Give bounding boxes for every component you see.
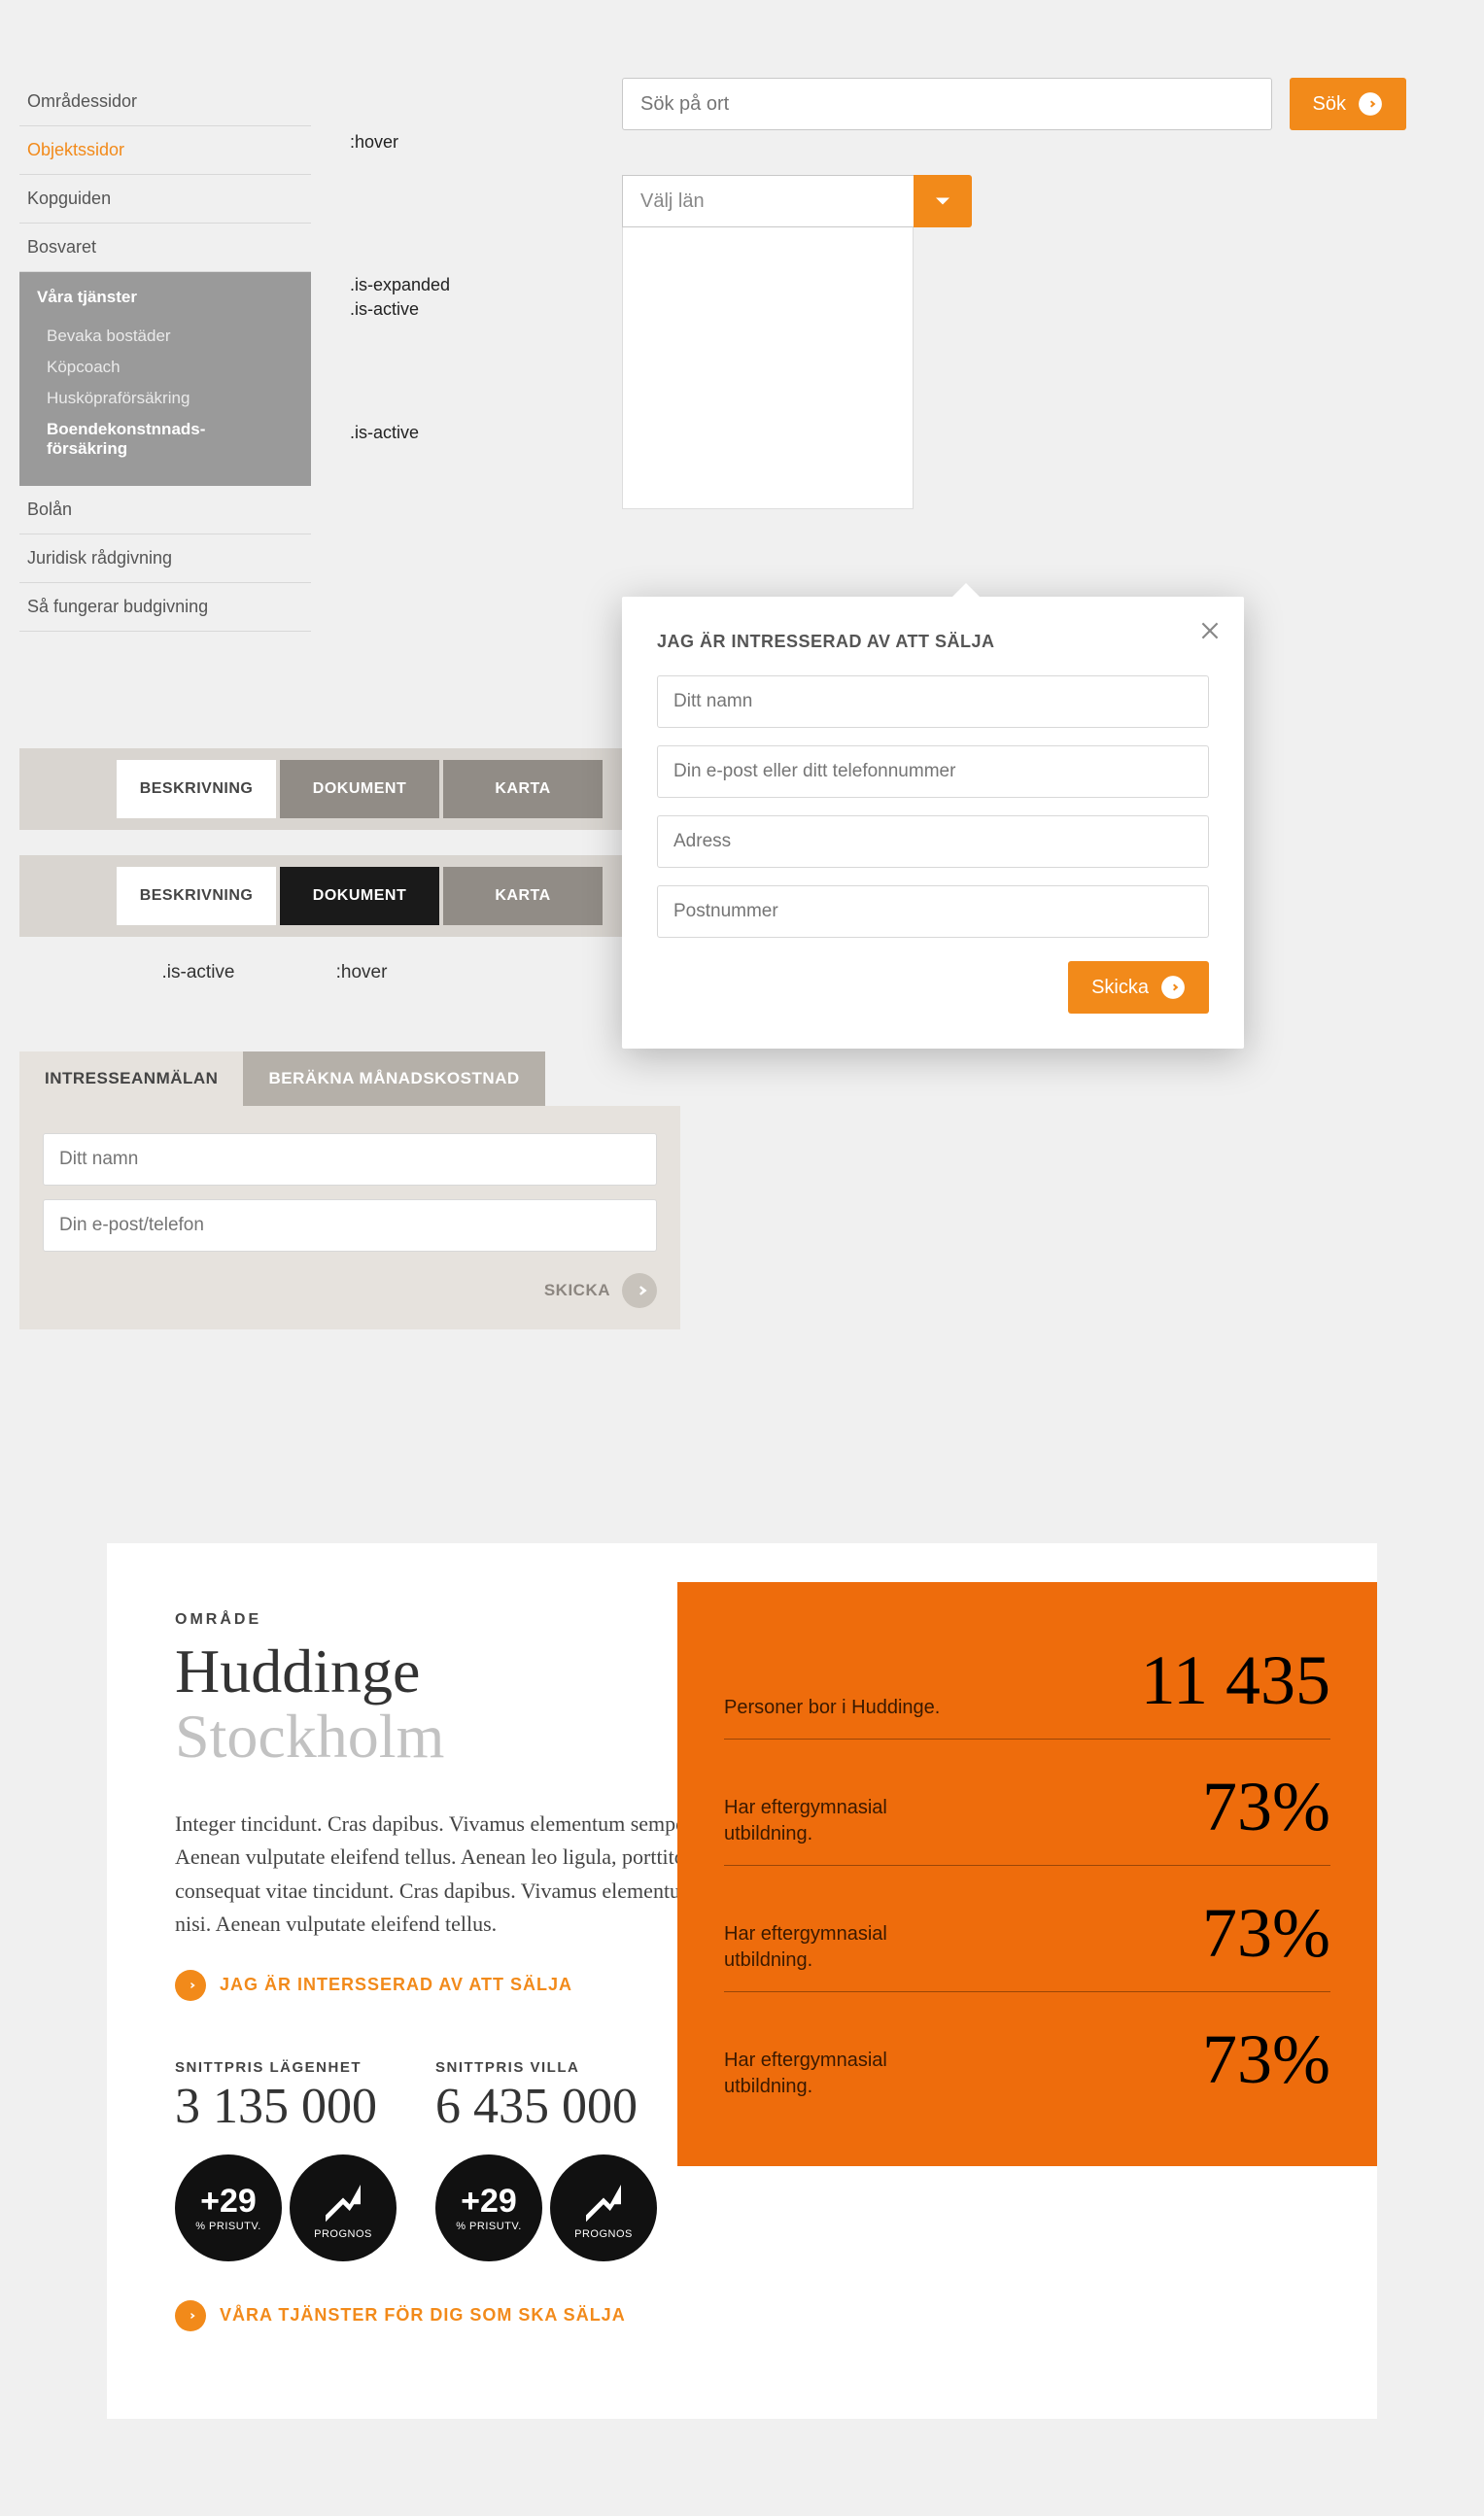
stat-value: 73% (1202, 1893, 1330, 1974)
state-annot-expanded: .is-expanded (350, 275, 450, 295)
sidebar-group-title: Våra tjänster (37, 288, 293, 307)
prognosis-badge: PROGNOS (550, 2154, 657, 2261)
sidebar-sub-coach[interactable]: Köpcoach (37, 352, 293, 383)
sidebar-nav: Områdessidor Objektssidor Kopguiden Bosv… (19, 78, 311, 632)
popover-name-field[interactable] (657, 675, 1209, 728)
county-dropdown-panel[interactable] (622, 227, 914, 509)
stat-value: 11 435 (1141, 1640, 1330, 1721)
sidebar-item-guide[interactable]: Kopguiden (19, 175, 311, 224)
prognosis-badge: PROGNOS (290, 2154, 397, 2261)
popover-submit-label: Skicka (1091, 977, 1149, 999)
area-subtitle: Stockholm (175, 1702, 444, 1771)
close-button[interactable] (1197, 618, 1223, 643)
avgprice-villa-value: 6 435 000 (435, 2078, 657, 2135)
tab-map-2[interactable]: KARTA (443, 867, 603, 925)
sidebar-group-services: Våra tjänster Bevaka bostäder Köpcoach H… (19, 272, 311, 486)
popover-submit-button[interactable]: Skicka (1068, 961, 1209, 1014)
county-dropdown[interactable]: Välj län (622, 175, 914, 227)
sidebar-item-objects[interactable]: Objektssidor (19, 126, 311, 175)
sell-popover: JAG ÄR INTRESSERAD AV ATT SÄLJA Skicka (622, 597, 1244, 1049)
state-annot-active: .is-active (350, 299, 450, 320)
sidebar-item-bidding[interactable]: Så fungerar budgivning (19, 583, 311, 632)
sidebar-sub-insurance[interactable]: Husköpraförsäkring (37, 383, 293, 414)
arrow-up-right-icon (317, 2176, 369, 2228)
popover-contact-field[interactable] (657, 745, 1209, 798)
area-card: OMRÅDE Huddinge Stockholm Integer tincid… (107, 1543, 1377, 2419)
stat-value: 73% (1202, 2019, 1330, 2100)
interest-panel: INTRESSEANMÄLAN BERÄKNA MÅNADSKOSTNAD SK… (19, 1051, 680, 1329)
stat-label: Har eftergymnasial utbildning. (724, 1921, 977, 1974)
popover-zip-field[interactable] (657, 885, 1209, 938)
search-button[interactable]: Sök (1290, 78, 1406, 130)
stat-label: Personer bor i Huddinge. (724, 1695, 940, 1721)
interest-submit-label: SKICKA (544, 1281, 610, 1300)
stat-value: 73% (1202, 1767, 1330, 1847)
tab-document[interactable]: DOKUMENT (280, 760, 439, 818)
avgprice-villa-label: SNITTPRIS VILLA (435, 2059, 657, 2076)
price-change-badge: +29 % PRISUTV. (175, 2154, 282, 2261)
tab-description-2[interactable]: BESKRIVNING (117, 867, 276, 925)
tab-strip-2: BESKRIVNING DOKUMENT KARTA (19, 855, 622, 937)
tab-document-2[interactable]: DOKUMENT (280, 867, 439, 925)
tab-strip-1: BESKRIVNING DOKUMENT KARTA (19, 748, 622, 830)
tab-map[interactable]: KARTA (443, 760, 603, 818)
search-button-label: Sök (1313, 93, 1346, 116)
arrow-right-icon (175, 2300, 206, 2331)
state-annot-active2: .is-active (350, 423, 450, 443)
sell-interest-link-label: JAG ÄR INTERSSERAD AV ATT SÄLJA (220, 1975, 572, 1995)
popover-title: JAG ÄR INTRESSERAD AV ATT SÄLJA (657, 632, 1209, 652)
chevron-down-icon (929, 188, 956, 215)
stat-label: Har eftergymnasial utbildning. (724, 2048, 977, 2100)
close-icon (1197, 618, 1223, 643)
sidebar-item-bosvaret[interactable]: Bosvaret (19, 224, 311, 272)
interest-tab-cost[interactable]: BERÄKNA MÅNADSKOSTNAD (243, 1051, 544, 1106)
sidebar-item-legal[interactable]: Juridisk rådgivning (19, 534, 311, 583)
stat-label: Har eftergymnasial utbildning. (724, 1795, 977, 1847)
popover-address-field[interactable] (657, 815, 1209, 868)
arrow-right-icon (1358, 91, 1383, 117)
services-link-label: VÅRA TJÄNSTER FÖR DIG SOM SKA SÄLJA (220, 2305, 626, 2326)
county-dropdown-toggle[interactable] (914, 175, 972, 227)
tab-description[interactable]: BESKRIVNING (117, 760, 276, 818)
avgprice-apartment-label: SNITTPRIS LÄGENHET (175, 2059, 397, 2076)
interest-tab-register[interactable]: INTRESSEANMÄLAN (19, 1051, 243, 1106)
search-input[interactable] (622, 78, 1272, 130)
sidebar-sub-cost-insurance[interactable]: Boendekonstnnads-försäkring (37, 414, 293, 465)
tab-state-hover: :hover (280, 962, 443, 983)
arrow-right-icon (1160, 975, 1186, 1000)
arrow-up-right-icon (577, 2176, 630, 2228)
services-link[interactable]: VÅRA TJÄNSTER FÖR DIG SOM SKA SÄLJA (175, 2300, 797, 2331)
sidebar-sub-watch[interactable]: Bevaka bostäder (37, 321, 293, 352)
tab-state-active: .is-active (117, 962, 280, 983)
price-change-badge: +29 % PRISUTV. (435, 2154, 542, 2261)
interest-contact-field[interactable] (43, 1199, 657, 1252)
avgprice-apartment-value: 3 135 000 (175, 2078, 397, 2135)
stat-panel: Personer bor i Huddinge. 11 435 Har efte… (677, 1582, 1377, 2166)
state-annot-hover: :hover (350, 132, 450, 153)
sidebar-item-areas[interactable]: Områdessidor (19, 78, 311, 126)
interest-name-field[interactable] (43, 1133, 657, 1186)
arrow-right-icon (175, 1970, 206, 2001)
sidebar-item-loan[interactable]: Bolån (19, 486, 311, 534)
county-dropdown-label: Välj län (640, 190, 705, 213)
